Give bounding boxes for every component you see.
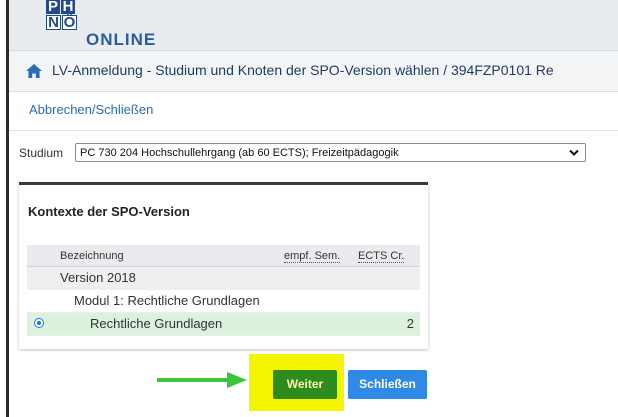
row-label: Version 2018 [60,270,136,285]
cancel-close-link[interactable]: Abbrechen/Schließen [29,102,153,117]
table-row-module: Modul 1: Rechtliche Grundlagen [27,290,420,313]
table-header: Bezeichnung empf. Sem. ECTS Cr. [27,245,420,267]
context-title: Kontexte der SPO-Version [28,204,190,219]
annotation-arrow-icon [157,372,247,388]
logo[interactable]: P H N Ö ONLINE [46,0,155,49]
logo-letter-h: H [61,0,75,15]
logo-text: ONLINE [86,30,157,49]
chevron-down-icon [569,149,579,156]
page-title: LV-Anmeldung - Studium und Knoten der SP… [52,62,554,78]
column-header-semester[interactable]: empf. Sem. [284,250,341,263]
logo-letter-p: P [46,0,60,15]
action-bar: Abbrechen/Schließen [9,92,618,131]
logo-letter-n: N [46,15,61,30]
table-row-version: Version 2018 [27,267,420,290]
study-selected-value: PC 730 204 Hochschullehrgang (ab 60 ECTS… [80,147,399,159]
row-radio-selected[interactable] [34,318,44,328]
table-row-selected[interactable]: Rechtliche Grundlagen 2 [27,313,420,336]
top-bar: P H N Ö ONLINE [9,0,618,51]
logo-top-row: P H [46,0,77,14]
close-button[interactable]: Schließen [348,370,427,399]
column-header-name: Bezeichnung [60,250,124,262]
row-label: Modul 1: Rechtliche Grundlagen [74,293,260,308]
context-table: Bezeichnung empf. Sem. ECTS Cr. Version … [27,245,420,336]
study-label: Studium [19,146,64,160]
context-panel: Kontexte der SPO-Version Bezeichnung emp… [19,182,428,349]
logo-bottom-row: N Ö [46,15,77,30]
row-label: Rechtliche Grundlagen [90,316,223,331]
row-ects: 2 [406,316,414,331]
home-icon[interactable] [26,64,42,78]
title-bar: LV-Anmeldung - Studium und Knoten der SP… [9,51,618,92]
study-select[interactable]: PC 730 204 Hochschullehrgang (ab 60 ECTS… [75,143,586,162]
column-header-ects[interactable]: ECTS Cr. [358,250,405,263]
logo-letter-o: Ö [62,14,77,31]
application-frame: P H N Ö ONLINE LV-Anmeldung - Studium un… [6,0,618,417]
next-button[interactable]: Weiter [273,370,337,399]
